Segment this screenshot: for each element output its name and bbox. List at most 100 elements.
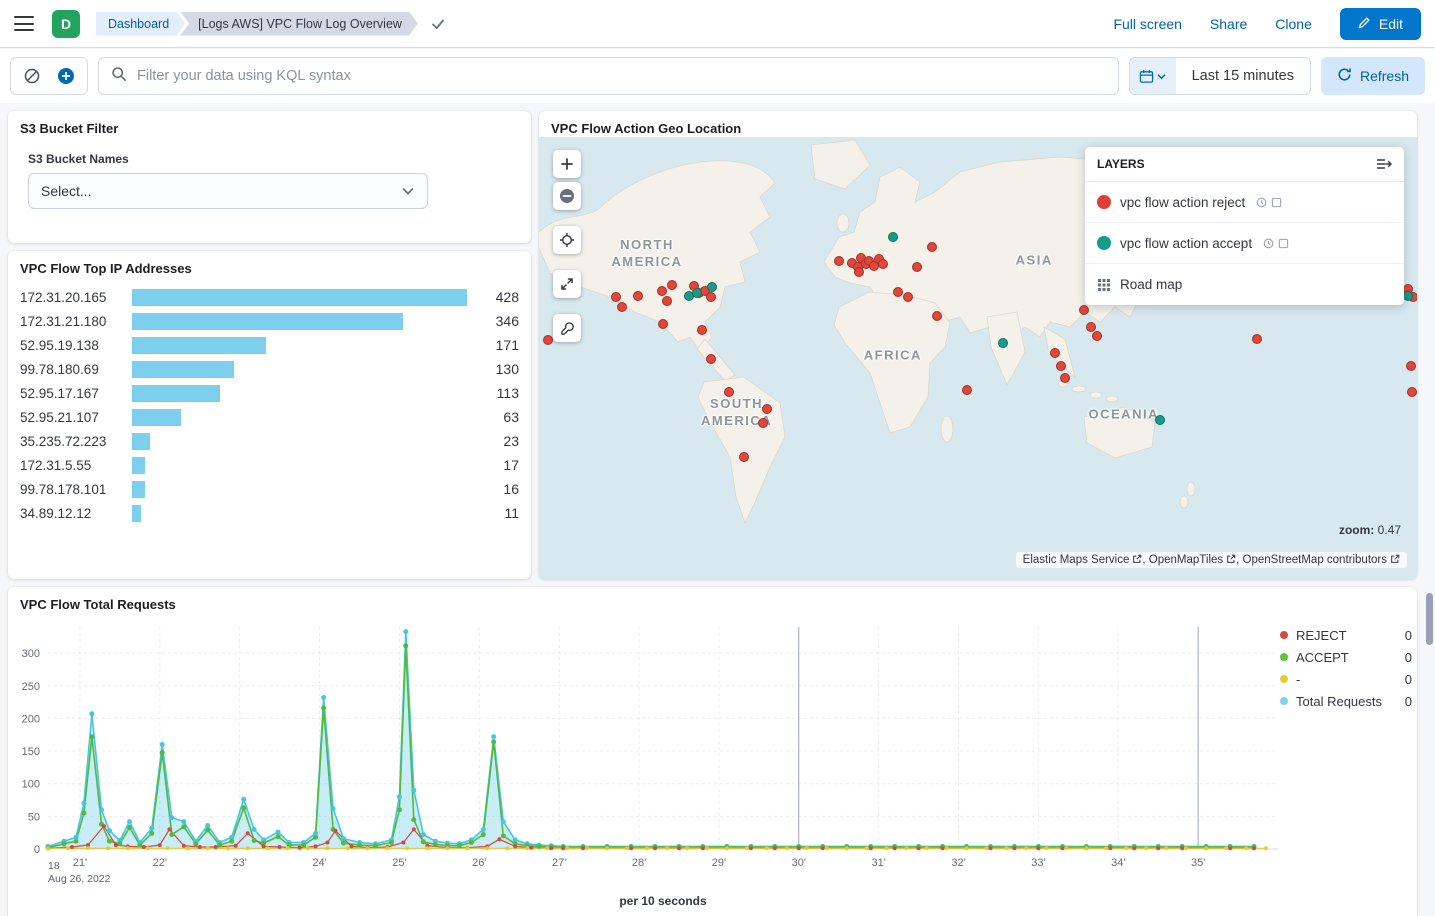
legend-item[interactable]: REJECT0 (1280, 624, 1412, 646)
geo-point-reject[interactable] (1252, 334, 1262, 344)
geo-point-reject[interactable] (1050, 348, 1060, 358)
legend-item[interactable]: Total Requests0 (1280, 690, 1412, 712)
geo-point-reject[interactable] (724, 387, 734, 397)
geo-point-reject[interactable] (658, 319, 668, 329)
attribution-link[interactable]: OpenMapTiles (1149, 554, 1223, 566)
attribution-link[interactable]: OpenStreetMap contributors (1243, 554, 1387, 566)
geo-point-reject[interactable] (1092, 331, 1102, 341)
ip-row[interactable]: 35.235.72.22323 (20, 429, 519, 453)
bar[interactable] (132, 337, 266, 354)
geo-point-accept[interactable] (1155, 415, 1165, 425)
zoom-out-button[interactable] (553, 182, 581, 210)
ip-row[interactable]: 34.89.12.1211 (20, 501, 519, 525)
geo-point-reject[interactable] (1406, 361, 1416, 371)
checkbox-icon[interactable] (1278, 238, 1289, 249)
geo-point-reject[interactable] (1407, 387, 1417, 397)
geo-point-reject[interactable] (667, 280, 677, 290)
map-controls (553, 150, 581, 342)
bar[interactable] (132, 457, 145, 474)
ip-row[interactable]: 99.78.180.69130 (20, 357, 519, 381)
geo-point-reject[interactable] (1086, 322, 1096, 332)
geo-point-reject[interactable] (903, 292, 913, 302)
geo-point-accept[interactable] (692, 288, 702, 298)
time-range-value[interactable]: Last 15 minutes (1176, 68, 1310, 84)
space-avatar[interactable]: D (52, 10, 80, 38)
ip-row[interactable]: 52.95.19.138171 (20, 333, 519, 357)
calendar-dropdown-button[interactable] (1130, 58, 1176, 94)
geo-point-reject[interactable] (834, 256, 844, 266)
x-axis-start-label: 18 Aug 26, 2022 (48, 860, 110, 886)
filter-disabled-icon[interactable] (15, 59, 49, 93)
geo-point-reject[interactable] (854, 267, 864, 277)
vertical-scrollbar[interactable] (1426, 593, 1433, 645)
legend-item[interactable]: -0 (1280, 668, 1412, 690)
geo-point-reject[interactable] (758, 418, 768, 428)
bar[interactable] (132, 505, 141, 522)
share-button[interactable]: Share (1210, 16, 1247, 32)
collapse-layers-icon[interactable] (1376, 157, 1392, 171)
bar[interactable] (132, 361, 234, 378)
bar[interactable] (132, 433, 150, 450)
s3-bucket-select[interactable]: Select... (28, 173, 428, 209)
ip-row[interactable]: 172.31.20.165428 (20, 285, 519, 309)
breadcrumb-current[interactable]: [Logs AWS] VPC Flow Log Overview (180, 12, 418, 36)
menu-icon[interactable] (14, 16, 34, 31)
geo-point-reject[interactable] (662, 296, 672, 306)
bar[interactable] (132, 385, 220, 402)
kql-search-input[interactable] (137, 68, 1106, 84)
geo-point-reject[interactable] (912, 262, 922, 272)
set-view-button[interactable] (553, 226, 581, 254)
panel-s3-bucket-filter: S3 Bucket Filter S3 Bucket Names Select.… (8, 111, 531, 243)
geo-point-reject[interactable] (633, 291, 643, 301)
geo-point-reject[interactable] (611, 292, 621, 302)
geo-point-reject[interactable] (878, 259, 888, 269)
clock-icon[interactable] (1263, 238, 1274, 249)
ip-row[interactable]: 172.31.21.180346 (20, 309, 519, 333)
geo-point-reject[interactable] (1056, 361, 1066, 371)
geo-point-reject[interactable] (657, 286, 667, 296)
breadcrumb-dashboard[interactable]: Dashboard (96, 12, 185, 36)
ip-row[interactable]: 172.31.5.5517 (20, 453, 519, 477)
ip-row[interactable]: 52.95.21.10763 (20, 405, 519, 429)
bar[interactable] (132, 409, 181, 426)
refresh-button[interactable]: Refresh (1321, 57, 1425, 95)
world-map[interactable]: NORTH AMERICASOUTH AMERICAAFRICAASIAOCEA… (539, 137, 1417, 579)
ip-row[interactable]: 52.95.17.167113 (20, 381, 519, 405)
geo-point-accept[interactable] (1403, 291, 1413, 301)
legend-label: - (1296, 672, 1405, 687)
geo-point-reject[interactable] (962, 385, 972, 395)
geo-point-accept[interactable] (707, 282, 717, 292)
clone-button[interactable]: Clone (1275, 16, 1312, 32)
geo-point-reject[interactable] (617, 302, 627, 312)
attribution-link[interactable]: Elastic Maps Service (1023, 554, 1130, 566)
zoom-in-button[interactable] (553, 150, 581, 178)
tools-button[interactable] (553, 314, 581, 342)
layer-row-reject[interactable]: vpc flow action reject (1085, 182, 1404, 223)
edit-button[interactable]: Edit (1340, 8, 1421, 40)
full-screen-button[interactable]: Full screen (1113, 16, 1181, 32)
ip-row[interactable]: 99.78.178.10116 (20, 477, 519, 501)
geo-point-reject[interactable] (706, 292, 716, 302)
geo-point-reject[interactable] (932, 311, 942, 321)
geo-point-reject[interactable] (543, 335, 553, 345)
geo-point-reject[interactable] (927, 242, 937, 252)
legend-item[interactable]: ACCEPT0 (1280, 646, 1412, 668)
geo-point-accept[interactable] (998, 338, 1008, 348)
layer-row-road-map[interactable]: Road map (1085, 264, 1404, 305)
checkbox-icon[interactable] (1271, 197, 1282, 208)
layer-row-accept[interactable]: vpc flow action accept (1085, 223, 1404, 264)
geo-point-reject[interactable] (893, 287, 903, 297)
add-filter-icon[interactable] (49, 59, 83, 93)
geo-point-reject[interactable] (697, 325, 707, 335)
expand-button[interactable] (553, 270, 581, 298)
geo-point-reject[interactable] (739, 452, 749, 462)
bar[interactable] (132, 481, 145, 498)
bar[interactable] (132, 289, 467, 306)
geo-point-reject[interactable] (706, 354, 716, 364)
bar[interactable] (132, 313, 403, 330)
clock-icon[interactable] (1256, 197, 1267, 208)
geo-point-accept[interactable] (888, 232, 898, 242)
geo-point-reject[interactable] (1060, 373, 1070, 383)
geo-point-reject[interactable] (762, 404, 772, 414)
geo-point-reject[interactable] (1079, 305, 1089, 315)
